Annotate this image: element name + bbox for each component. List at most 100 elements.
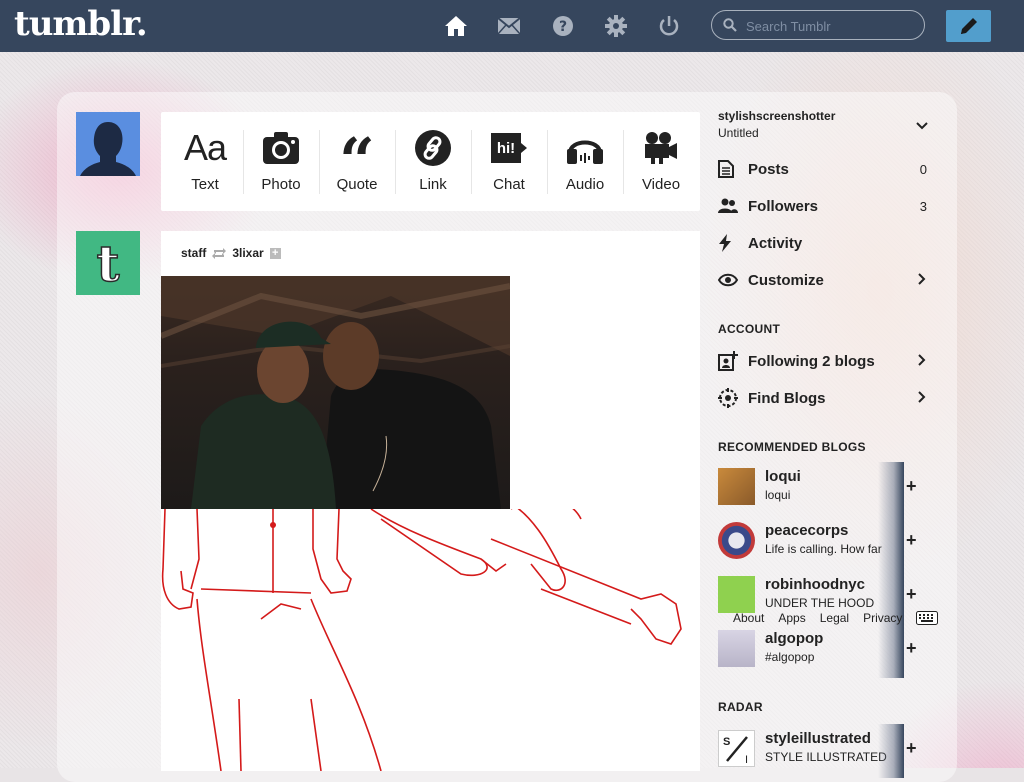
post-type-label: Chat [493,176,525,193]
reblog-icon [212,247,227,259]
post-type-audio[interactable]: Audio [547,112,623,211]
tumblr-logo[interactable]: tumblr. [14,4,148,44]
followers-count: 3 [919,198,927,214]
reblogged-from[interactable]: 3lixar [232,246,263,260]
fade-overlay [878,462,904,516]
document-icon [718,160,748,178]
post-type-label: Audio [565,176,605,193]
post-card: staff 3lixar + [161,231,700,771]
sidebar-item-following[interactable]: Following 2 blogs [718,349,930,373]
account-heading: ACCOUNT [718,322,781,336]
blog-name: stylishscreenshotter [718,109,836,123]
home-icon[interactable] [442,12,470,40]
sidebar-item-followers[interactable]: Followers 3 [718,194,930,218]
search-input[interactable] [744,15,918,37]
search-box [711,10,925,40]
eye-icon [718,273,748,287]
chat-icon: hi! [471,129,547,167]
recommended-blog[interactable]: algopop #algopop + [718,624,930,678]
blog-avatar [718,468,755,505]
compose-button[interactable] [946,10,991,42]
footer-link-apps[interactable]: Apps [778,611,805,625]
blog-avatar [718,630,755,667]
sidebar-item-find-blogs[interactable]: Find Blogs [718,386,930,410]
chevron-right-icon [918,272,930,289]
svg-text:I: I [745,754,748,766]
blog-avatar [718,576,755,613]
post-type-video[interactable]: Video [623,112,699,211]
link-icon [395,129,471,167]
posts-count: 0 [919,161,927,177]
power-icon[interactable] [655,12,683,40]
fade-overlay [878,724,904,778]
svg-text:?: ? [559,19,567,35]
svg-text:t: t [96,237,119,289]
help-icon[interactable]: ? [549,12,577,40]
blog-switcher[interactable]: stylishscreenshotter Untitled [718,109,930,140]
post-type-label: Photo [261,176,301,193]
pencil-icon [960,18,977,34]
headphones-icon [547,129,623,167]
footer-links: About Apps Legal Privacy [733,611,902,625]
keyboard-icon[interactable] [916,611,938,630]
text-icon: Aa [183,127,227,168]
blog-name: loqui [765,468,801,485]
svg-text:S: S [723,736,730,748]
footer-link-legal[interactable]: Legal [820,611,849,625]
post-header: staff 3lixar + [181,246,281,260]
blog-avatar [718,522,755,559]
blog-name: robinhoodnyc [765,576,865,593]
post-type-label: Video [641,176,681,193]
post-type-label: Text [191,176,219,193]
recommended-blog[interactable]: loqui loqui + [718,462,930,516]
envelope-icon[interactable] [495,12,523,40]
sidebar-item-posts[interactable]: Posts 0 [718,157,930,181]
footer-link-about[interactable]: About [733,611,764,625]
fade-overlay [878,624,904,678]
sidebar-item-customize[interactable]: Customize [718,268,930,292]
radar-heading: RADAR [718,700,763,714]
fade-overlay [878,516,904,570]
blog-title: Untitled [718,126,759,140]
video-camera-icon [623,129,699,167]
add-user-icon [718,351,748,371]
sidebar-item-label: Following 2 blogs [748,352,875,370]
post-type-photo[interactable]: Photo [243,112,319,211]
sidebar-item-label: Followers [748,197,819,215]
post-photo[interactable] [161,276,510,509]
post-author[interactable]: staff [181,246,206,260]
sketch-drawing [161,509,682,771]
blog-avatar: SI [718,730,755,767]
follow-button[interactable]: + [906,738,917,759]
plus-icon[interactable]: + [269,247,281,259]
chevron-right-icon [918,353,930,370]
post-type-link[interactable]: Link [395,112,471,211]
post-type-label: Quote [336,176,378,193]
blog-name: peacecorps [765,522,849,539]
blog-name: algopop [765,630,824,647]
footer-link-privacy[interactable]: Privacy [863,611,902,625]
follow-button[interactable]: + [906,638,917,659]
lightning-icon [718,234,748,252]
follow-button[interactable]: + [906,476,917,497]
quote-icon: “ [339,124,375,197]
camera-icon [243,129,319,167]
post-type-text[interactable]: Aa Text [167,112,243,211]
follow-button[interactable]: + [906,584,917,605]
sidebar-item-label: Posts [748,160,789,178]
tumblr-t-logo[interactable]: t [76,231,140,295]
recommended-blog[interactable]: peacecorps Life is calling. How far + [718,516,930,570]
gear-icon[interactable] [602,12,630,40]
post-type-label: Link [419,176,447,193]
svg-text:hi!: hi! [497,140,515,157]
follow-button[interactable]: + [906,530,917,551]
post-type-chat[interactable]: hi! Chat [471,112,547,211]
post-type-bar: Aa Text Photo “ Quote Link hi! Chat Audi… [161,112,700,211]
avatar[interactable] [76,112,140,176]
sidebar-item-label: Activity [748,234,803,252]
chevron-down-icon[interactable] [916,117,928,135]
radar-blog[interactable]: SI styleillustrated STYLE ILLUSTRATED + [718,724,930,778]
search-icon [723,18,737,37]
post-type-quote[interactable]: “ Quote [319,112,395,211]
sidebar-item-activity[interactable]: Activity [718,231,930,255]
